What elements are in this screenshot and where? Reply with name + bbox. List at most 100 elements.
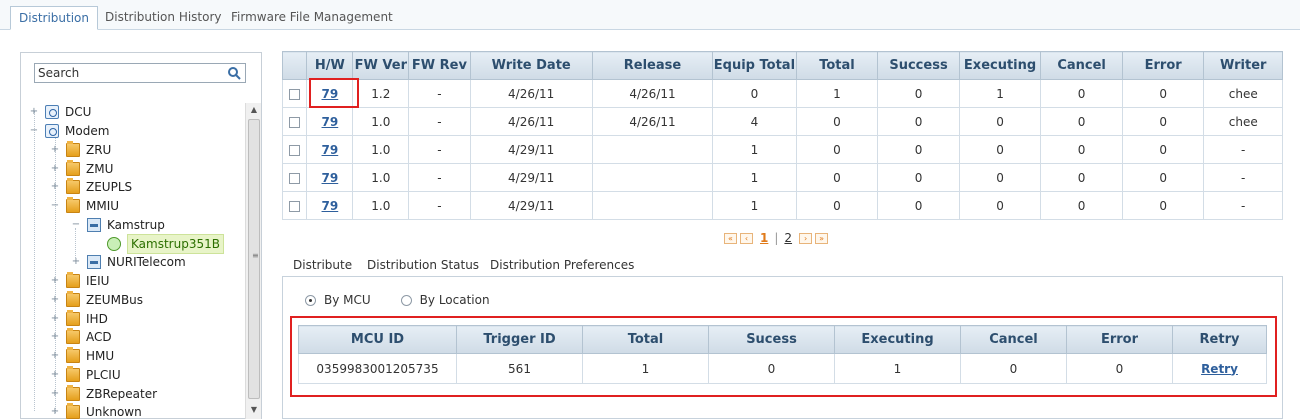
expand-icon[interactable]: +	[50, 164, 60, 174]
tree-node-hmu[interactable]: + HMU	[50, 347, 114, 365]
column-header[interactable]: H/W	[306, 51, 354, 80]
table-cell: 0	[958, 107, 1042, 136]
by-mcu-radio[interactable]	[305, 294, 316, 306]
row-checkbox[interactable]	[289, 200, 301, 212]
column-header[interactable]: Write Date	[469, 51, 593, 80]
table-cell	[591, 163, 714, 192]
tree-node-kamstrup[interactable]: − Kamstrup	[71, 216, 165, 234]
expand-icon[interactable]: +	[50, 182, 60, 192]
by-location-radio[interactable]	[400, 294, 412, 306]
table-row[interactable]: 79 1.0 - 4/29/11 1 0 0 0 0 0 -	[281, 163, 1283, 192]
tree-node-plciu[interactable]: + PLCIU	[50, 366, 121, 384]
table-cell	[591, 191, 714, 220]
table-row[interactable]: 79 1.0 - 4/29/11 1 0 0 0 0 0 -	[281, 135, 1283, 164]
column-header[interactable]: FW Ver	[352, 51, 410, 80]
column-header[interactable]: Total	[795, 51, 879, 80]
tab-firmware-file-management[interactable]: Firmware File Management	[223, 6, 401, 30]
column-header[interactable]: Success	[877, 51, 960, 80]
expand-icon[interactable]: +	[29, 107, 39, 117]
column-header[interactable]: Cancel	[1040, 51, 1123, 80]
tree-node-modem[interactable]: − Modem	[29, 122, 109, 140]
tab-distribution-status[interactable]: Distribution Status	[367, 258, 479, 272]
page-1-link[interactable]: 1	[760, 231, 768, 245]
expand-icon[interactable]: +	[50, 276, 60, 286]
hw-link[interactable]: 79	[322, 143, 339, 157]
row-checkbox[interactable]	[289, 172, 301, 184]
search-icon[interactable]	[227, 66, 241, 80]
row-checkbox[interactable]	[289, 88, 301, 100]
tree-node-dcu[interactable]: + DCU	[29, 103, 91, 121]
scroll-thumb[interactable]: ≡	[248, 119, 260, 399]
tree-node-acd[interactable]: + ACD	[50, 328, 112, 346]
tree-node-zmu[interactable]: + ZMU	[50, 160, 113, 178]
hw-link[interactable]: 79	[322, 115, 339, 129]
tree-node-label: ZMU	[86, 162, 114, 176]
hw-link[interactable]: 79	[322, 171, 339, 185]
tree-node-label: ZRU	[86, 143, 112, 157]
tree-node-nuritelecom[interactable]: + NURITelecom	[71, 253, 186, 271]
expand-icon[interactable]: +	[50, 370, 60, 380]
column-header[interactable]: Release	[591, 51, 714, 80]
column-header[interactable]: Trigger ID	[456, 325, 583, 354]
table-header-row: H/W FW Ver FW Rev Write Date Release Equ…	[281, 51, 1283, 80]
expand-icon[interactable]: +	[50, 351, 60, 361]
column-header[interactable]: Sucess	[708, 325, 835, 354]
tree-node-kamstrup351b[interactable]: Kamstrup351B	[91, 234, 224, 254]
expand-icon[interactable]: +	[50, 407, 60, 417]
tree-node-unknown[interactable]: + Unknown	[50, 403, 142, 419]
collapse-icon[interactable]: −	[29, 126, 39, 136]
expand-icon[interactable]: +	[50, 145, 60, 155]
row-checkbox[interactable]	[289, 144, 301, 156]
tab-distribution-preferences[interactable]: Distribution Preferences	[490, 258, 634, 272]
expand-icon[interactable]: +	[50, 314, 60, 324]
page-2-link[interactable]: 2	[784, 231, 792, 245]
table-row[interactable]: 0359983001205735 561 1 0 1 0 0 Retry	[298, 353, 1267, 384]
tab-distribution[interactable]: Distribution	[10, 6, 99, 30]
expand-icon[interactable]: +	[71, 257, 81, 267]
prev-page-icon[interactable]: ‹	[740, 232, 753, 244]
column-header[interactable]: Executing	[834, 325, 961, 354]
hw-link[interactable]: 79	[322, 199, 339, 213]
tree-node-ihd[interactable]: + IHD	[50, 310, 108, 328]
retry-link[interactable]: Retry	[1201, 362, 1238, 376]
column-header[interactable]: MCU ID	[298, 325, 457, 354]
tree-node-zbrepeater[interactable]: + ZBRepeater	[50, 385, 157, 403]
last-page-icon[interactable]: »	[815, 232, 829, 244]
scroll-down-arrow-icon[interactable]: ▼	[246, 403, 262, 417]
hw-link[interactable]: 79	[322, 87, 339, 101]
tree-node-mmiu[interactable]: − MMIU	[50, 197, 119, 215]
next-page-icon[interactable]: ›	[799, 232, 813, 244]
tree-node-zru[interactable]: + ZRU	[50, 141, 111, 159]
row-checkbox[interactable]	[289, 116, 301, 128]
search-input[interactable]	[35, 64, 223, 82]
collapse-icon[interactable]: −	[71, 220, 81, 230]
tree-scrollbar[interactable]: ▲ ≡ ▼	[245, 103, 261, 419]
tab-distribute[interactable]: Distribute	[293, 258, 352, 272]
tree-node-ieiu[interactable]: + IEIU	[50, 272, 109, 290]
column-header[interactable]: Retry	[1172, 325, 1267, 354]
expand-icon[interactable]: +	[50, 295, 60, 305]
table-row[interactable]: 79 1.2 - 4/26/11 4/26/11 0 1 0 1 0 0 che…	[281, 79, 1283, 108]
expand-icon[interactable]: +	[50, 332, 60, 342]
column-header[interactable]: Error	[1121, 51, 1205, 80]
column-header[interactable]: Error	[1066, 325, 1173, 354]
collapse-icon[interactable]: −	[50, 201, 60, 211]
scroll-up-arrow-icon[interactable]: ▲	[246, 103, 262, 117]
column-header[interactable]: Cancel	[960, 325, 1067, 354]
table-cell: chee	[1203, 107, 1283, 136]
expand-icon[interactable]: +	[50, 389, 60, 399]
table-cell: 1	[712, 135, 797, 164]
column-header[interactable]: Total	[582, 325, 709, 354]
column-header[interactable]: Writer	[1203, 51, 1283, 80]
tree-node-zeupls[interactable]: + ZEUPLS	[50, 178, 132, 196]
column-header[interactable]: Equip Total	[712, 51, 797, 80]
tab-distribution-history[interactable]: Distribution History	[97, 6, 230, 30]
first-page-icon[interactable]: «	[724, 232, 737, 244]
column-header[interactable]: Executing	[958, 51, 1042, 80]
table-cell: 1	[712, 191, 797, 220]
tree-node-zeumbus[interactable]: + ZEUMBus	[50, 291, 143, 309]
table-row[interactable]: 79 1.0 - 4/26/11 4/26/11 4 0 0 0 0 0 che…	[281, 107, 1283, 136]
table-row[interactable]: 79 1.0 - 4/29/11 1 0 0 0 0 0 -	[281, 191, 1283, 220]
column-header[interactable]: FW Rev	[408, 51, 471, 80]
table-cell: -	[408, 163, 471, 192]
